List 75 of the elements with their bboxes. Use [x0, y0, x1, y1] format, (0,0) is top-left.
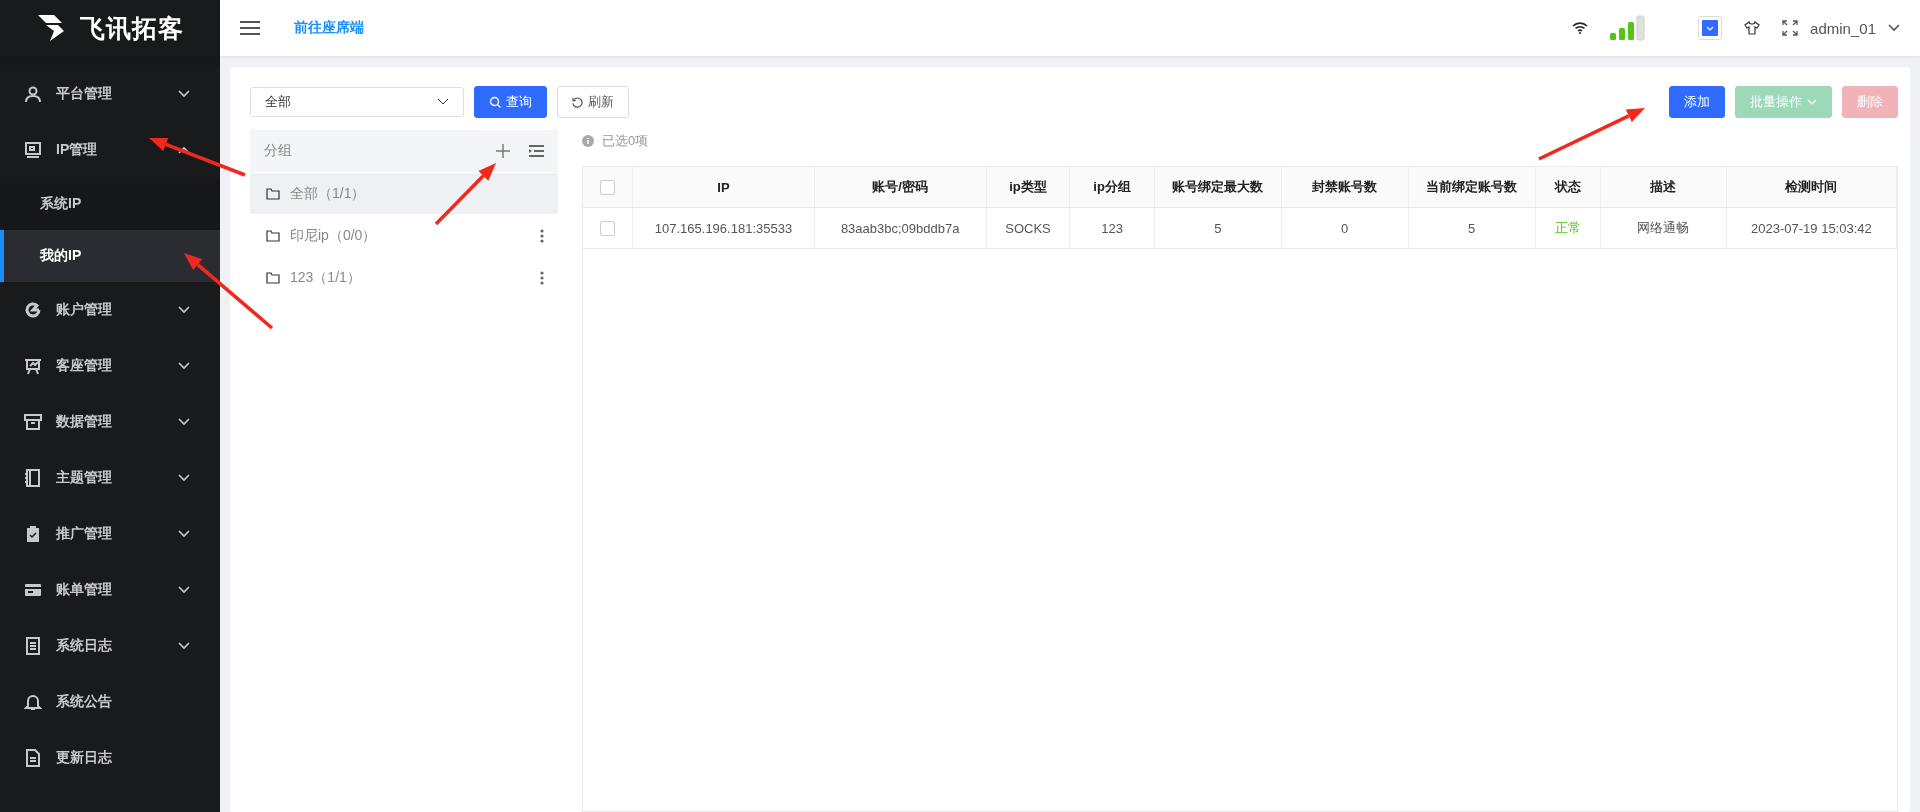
menu-item[interactable]: 账户管理 [0, 282, 220, 338]
file-icon [24, 749, 42, 767]
table-cell: 5 [1408, 208, 1536, 248]
annotation-arrow [434, 163, 496, 226]
group-title: 分组 [264, 142, 293, 160]
menu-item[interactable]: 更新日志 [0, 730, 220, 786]
group-item[interactable]: 123（1/1） [250, 257, 558, 298]
chevron-icon [437, 98, 449, 106]
more-icon[interactable] [540, 270, 544, 285]
table-cell: 网络通畅 [1600, 208, 1727, 248]
menu-item[interactable]: 客座管理 [0, 338, 220, 394]
shirt-icon[interactable] [1744, 21, 1761, 35]
signal-icon [1610, 15, 1647, 41]
menu-item[interactable]: 推广管理 [0, 506, 220, 562]
group-item[interactable]: 印尼ip（0/0） [250, 215, 558, 256]
plus-icon[interactable] [495, 143, 511, 159]
table-cell: 83aab3bc;09bddb7a [814, 208, 987, 248]
table-cell: 0 [1281, 208, 1409, 248]
table-cell: 107.165.196.181:35533 [633, 208, 815, 248]
more-icon[interactable] [540, 228, 544, 243]
select-all-checkbox[interactable] [600, 179, 616, 195]
group-select[interactable]: 全部 [250, 87, 464, 117]
bell-icon [24, 693, 42, 711]
folder-icon [266, 271, 280, 284]
menu-item[interactable]: 系统公告 [0, 674, 220, 730]
search-button[interactable]: 查询 [474, 86, 547, 118]
add-button[interactable]: 添加 [1669, 86, 1725, 118]
archive-box-icon [24, 413, 42, 431]
user-icon [24, 85, 42, 103]
refresh-icon [572, 96, 583, 108]
chevron-icon [1702, 20, 1719, 36]
folder-icon [266, 229, 280, 242]
notebook-icon [24, 469, 42, 487]
column-header: 描述 [1600, 167, 1727, 207]
menu-item[interactable]: 系统日志 [0, 618, 220, 674]
menu-item[interactable]: 主题管理 [0, 450, 220, 506]
menu-item[interactable]: 数据管理 [0, 394, 220, 450]
column-header: ip分组 [1070, 167, 1155, 207]
column-header: 检测时间 [1726, 167, 1897, 207]
column-header: ip类型 [986, 167, 1071, 207]
clipboard-icon [24, 525, 42, 543]
table-cell: SOCKS [986, 208, 1071, 248]
table-cell: 123 [1070, 208, 1155, 248]
column-header: 账号/密码 [814, 167, 987, 207]
gauge-icon [24, 301, 42, 319]
list-icon[interactable] [529, 145, 544, 157]
menu-item[interactable]: 平台管理 [0, 66, 220, 122]
refresh-button[interactable]: 刷新 [557, 86, 629, 118]
presentation-board-icon [24, 357, 42, 375]
theme-picker[interactable] [1698, 16, 1723, 40]
card-icon [24, 581, 42, 599]
logo-text: 飞讯拓客 [80, 12, 184, 44]
info-icon [582, 135, 594, 147]
monitor-icon [24, 141, 42, 159]
table-cell: 2023-07-19 15:03:42 [1726, 208, 1897, 248]
table-cell: 5 [1154, 208, 1282, 248]
column-header: 封禁账号数 [1281, 167, 1409, 207]
column-header: IP [633, 167, 815, 207]
search-icon [489, 96, 501, 108]
column-header: 账号绑定最大数 [1154, 167, 1282, 207]
selection-count: 已选0项 [602, 132, 649, 150]
wifi-icon [1572, 22, 1589, 34]
menu-item[interactable]: 账单管理 [0, 562, 220, 618]
table-cell: 正常 [1535, 208, 1601, 248]
menu-item[interactable]: IP管理 [0, 122, 220, 178]
folder-icon [266, 187, 280, 200]
username[interactable]: admin_01 [1810, 19, 1876, 37]
column-header: 状态 [1535, 167, 1601, 207]
document-icon [24, 637, 42, 655]
submenu-item[interactable]: 我的IP [0, 230, 220, 282]
row-checkbox[interactable] [600, 220, 616, 236]
column-header: 当前绑定账号数 [1408, 167, 1536, 207]
menu-icon[interactable] [240, 20, 260, 36]
chevron-icon [1888, 24, 1900, 32]
fullscreen-icon[interactable] [1782, 20, 1799, 36]
